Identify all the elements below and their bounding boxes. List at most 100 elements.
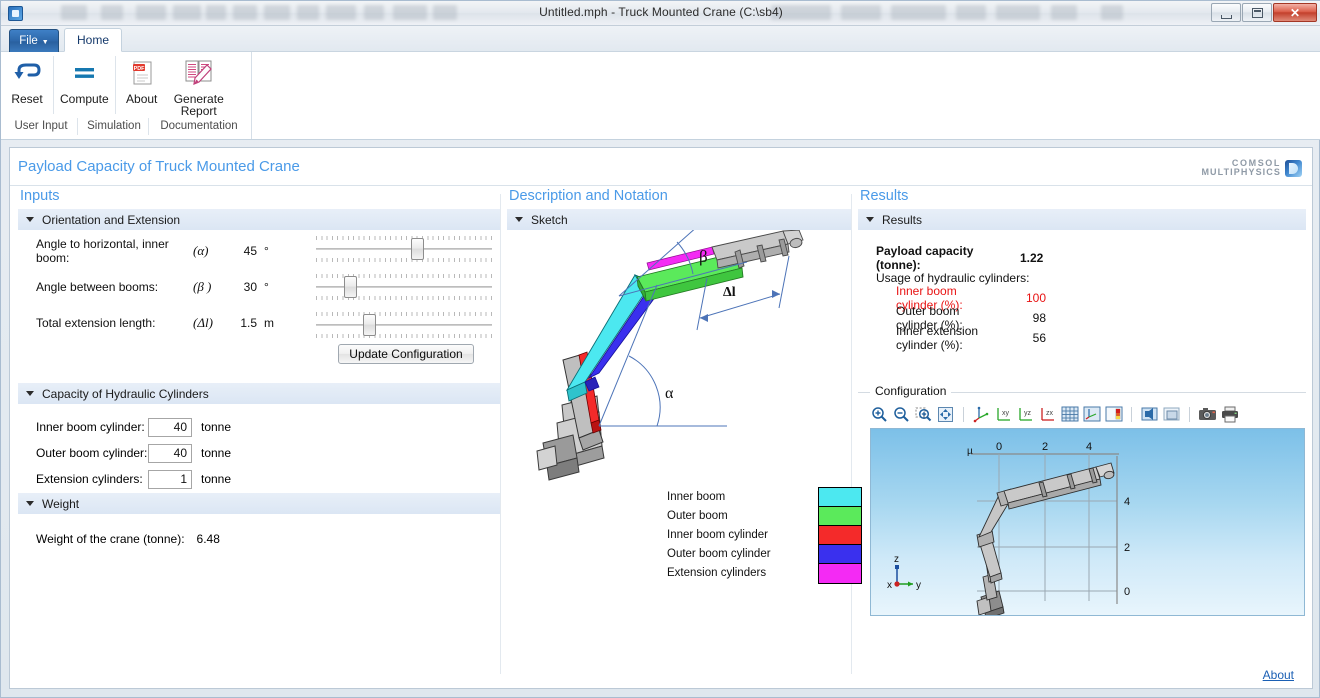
outer-boom-cylinder-input[interactable] [148, 444, 192, 463]
reset-button[interactable]: Reset [1, 52, 53, 118]
graphics-toolbar: xy yz [870, 402, 1290, 426]
view-xy-icon[interactable]: xy [994, 405, 1013, 424]
svg-text:µ: µ [967, 446, 973, 457]
color-legend-icon[interactable] [1104, 405, 1123, 424]
view-xyz-axis-icon[interactable] [972, 405, 991, 424]
alpha-value[interactable]: 45 [227, 244, 257, 258]
beta-value[interactable]: 30 [227, 280, 257, 294]
extension-value[interactable]: 1.5 [227, 316, 257, 330]
axis-orientation-icon[interactable] [1082, 405, 1101, 424]
about-link[interactable]: About [1263, 668, 1294, 682]
collapse-triangle-icon[interactable] [26, 217, 34, 222]
group-caption-simulation: Simulation [79, 120, 149, 132]
extension-cylinders-unit: tonne [192, 472, 231, 486]
generate-report-label-line2: Report [181, 104, 217, 118]
svg-text:z: z [894, 554, 899, 565]
usage-inner-extension-label: Inner extension cylinder (%): [858, 324, 1000, 352]
view-zx-icon[interactable]: zx [1038, 405, 1057, 424]
section-capacity-of-hydraulic-cylinders[interactable]: Capacity of Hydraulic Cylinders [18, 382, 500, 404]
section-sketch[interactable]: Sketch [507, 208, 851, 230]
update-configuration-button[interactable]: Update Configuration [338, 344, 473, 364]
slider-beta[interactable] [316, 274, 492, 300]
close-button[interactable]: ✕ [1273, 3, 1317, 22]
outer-boom-cylinder-unit: tonne [192, 446, 231, 460]
legend-swatch-extension-cylinders [819, 564, 861, 583]
zoom-in-icon[interactable] [870, 405, 889, 424]
inner-boom-cylinder-label: Inner boom cylinder: [18, 420, 148, 434]
extension-cylinders-input[interactable] [148, 470, 192, 489]
compute-button[interactable]: Compute [54, 52, 115, 118]
description-panel: Description and Notation Sketch [507, 188, 851, 688]
chevron-down-icon: ▼ [42, 39, 49, 46]
configuration-graphics-view[interactable]: 0 2 4 4 2 0 µ [870, 428, 1305, 616]
legend-label-outer-boom: Outer boom [667, 510, 782, 522]
alpha-symbol: (α) [193, 243, 227, 259]
generate-report-button[interactable]: Generate Report [168, 52, 230, 118]
usage-inner-boom-value: 100 [1000, 291, 1046, 305]
weight-value: 6.48 [185, 532, 220, 546]
usage-label: Usage of hydraulic cylinders: [858, 271, 1088, 285]
configuration-group-label: Configuration [870, 384, 951, 398]
zoom-out-icon[interactable] [892, 405, 911, 424]
legend-label-inner-boom: Inner boom [667, 491, 782, 503]
undo-arrow-icon [12, 56, 42, 90]
group-caption-user-input: User Input [5, 120, 77, 132]
results-heading: Results [858, 188, 1306, 208]
svg-text:yz: yz [1024, 410, 1032, 417]
window-controls: ✕ [1211, 3, 1317, 22]
extension-unit: m [257, 316, 279, 330]
tab-file[interactable]: File ▼ [9, 29, 59, 52]
view-yz-icon[interactable]: yz [1016, 405, 1035, 424]
section-results-label: Results [882, 213, 922, 227]
transparency-icon[interactable] [1162, 405, 1181, 424]
collapse-triangle-icon[interactable] [515, 217, 523, 222]
about-button[interactable]: PDF About [116, 52, 168, 118]
x-tick-2: 2 [1042, 441, 1048, 453]
minimize-button[interactable] [1211, 3, 1241, 22]
maximize-button[interactable] [1242, 3, 1272, 22]
title-bar: Untitled.mph - Truck Mounted Crane (C:\s… [1, 1, 1320, 26]
capacity-row-outer-boom: Outer boom cylinder: tonne [18, 440, 500, 466]
legend-label-outer-boom-cylinder: Outer boom cylinder [667, 548, 782, 560]
results-values: Payload capacity (tonne): 1.22 Usage of … [858, 230, 1306, 348]
inner-boom-cylinder-input[interactable] [148, 418, 192, 437]
grid-icon[interactable] [1060, 405, 1079, 424]
usage-inner-extension-value: 56 [1000, 331, 1046, 345]
description-heading: Description and Notation [507, 188, 851, 208]
section-weight-label: Weight [42, 497, 79, 511]
outer-boom-cylinder-label: Outer boom cylinder: [18, 446, 148, 460]
capacity-row-extension: Extension cylinders: tonne [18, 466, 500, 492]
beta-label: Angle between booms: [18, 280, 193, 294]
section-results[interactable]: Results [858, 208, 1306, 230]
slider-alpha[interactable] [316, 236, 492, 262]
collapse-triangle-icon[interactable] [26, 391, 34, 396]
scene-light-icon[interactable] [1140, 405, 1159, 424]
zoom-box-icon[interactable] [914, 405, 933, 424]
sketch-legend: Inner boom Outer boom Inner boom cylinde… [667, 487, 847, 582]
alpha-label: Angle to horizontal, inner boom: [18, 237, 193, 265]
payload-capacity-label: Payload capacity (tonne): [858, 244, 1020, 272]
slider-extension[interactable] [316, 312, 492, 338]
section-weight[interactable]: Weight [18, 492, 500, 514]
section-orientation-and-extension[interactable]: Orientation and Extension [18, 208, 500, 230]
zoom-extents-icon[interactable] [936, 405, 955, 424]
slider-alpha-thumb[interactable] [411, 238, 424, 260]
sketch-area: α β Δl Inner boom Ou [507, 230, 851, 630]
application-window: Untitled.mph - Truck Mounted Crane (C:\s… [0, 0, 1320, 698]
legend-swatch-inner-boom-cylinder [819, 526, 861, 545]
tab-home[interactable]: Home [64, 28, 122, 52]
collapse-triangle-icon[interactable] [866, 217, 874, 222]
svg-text:xy: xy [1002, 410, 1010, 417]
print-icon[interactable] [1220, 405, 1239, 424]
comsol-logo: COMSOL MULTIPHYSICS [1174, 156, 1302, 180]
weight-row: Weight of the crane (tonne): 6.48 [18, 526, 500, 552]
group-caption-documentation: Documentation [147, 120, 251, 132]
beta-unit: ° [257, 280, 279, 294]
usage-row-inner-extension: Inner extension cylinder (%): 56 [858, 328, 1306, 348]
section-sketch-label: Sketch [531, 213, 568, 227]
camera-snapshot-icon[interactable] [1198, 405, 1217, 424]
collapse-triangle-icon[interactable] [26, 501, 34, 506]
slider-beta-thumb[interactable] [344, 276, 357, 298]
slider-extension-thumb[interactable] [363, 314, 376, 336]
inputs-panel: Inputs Orientation and Extension Angle t… [18, 188, 500, 688]
